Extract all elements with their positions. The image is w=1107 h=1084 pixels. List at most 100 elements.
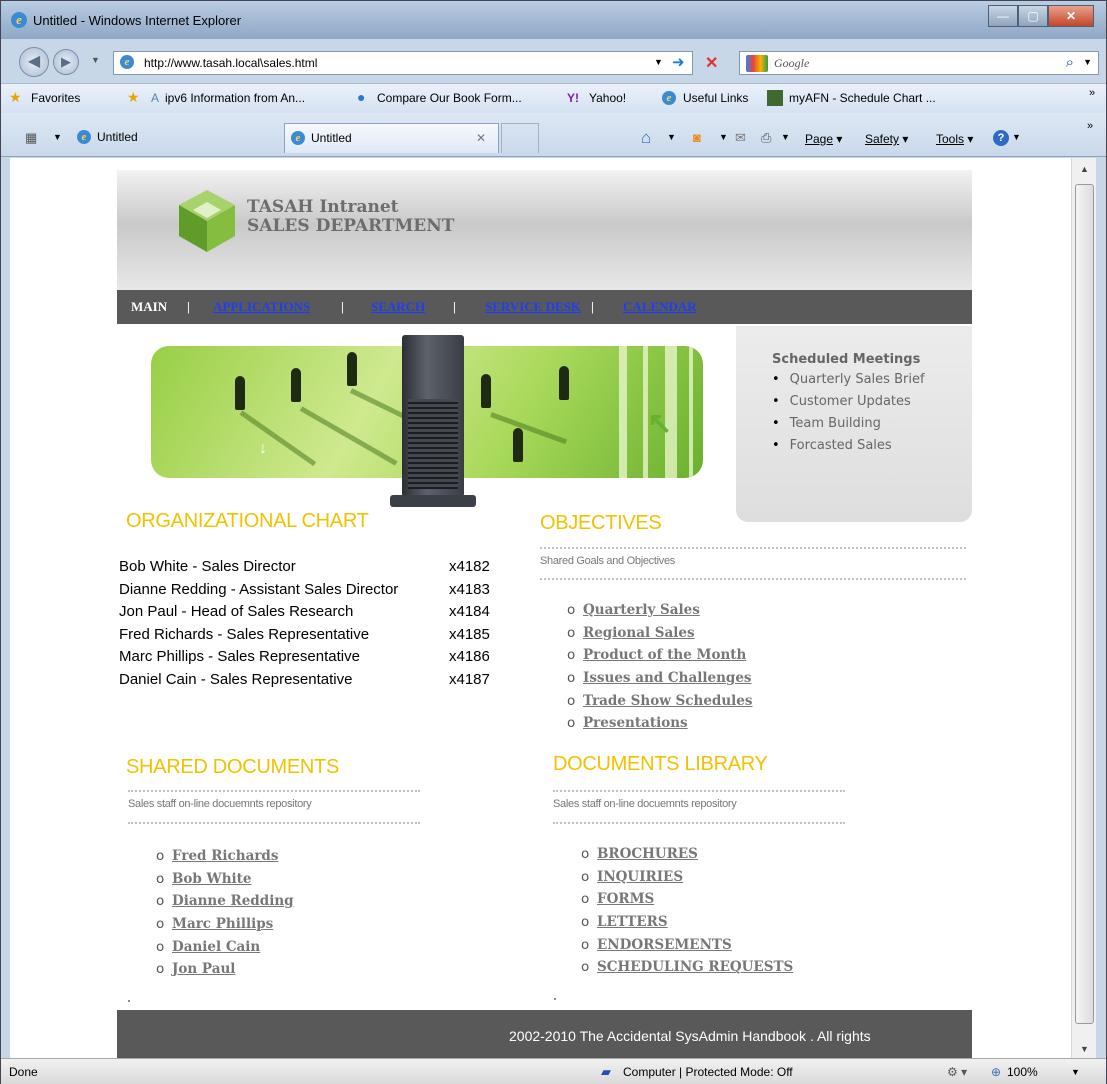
tab-untitled-2[interactable]: e Untitled ✕ (284, 123, 499, 153)
objectives-links: o Quarterly Sales o Regional Sales o Produc… (567, 602, 753, 738)
new-tab-button[interactable] (501, 123, 539, 153)
site-header: TASAH Intranet SALES DEPARTMENT (117, 170, 972, 290)
nav-search[interactable]: SEARCH (371, 299, 425, 315)
library-link[interactable]: BROCHURES (597, 846, 698, 862)
chevron-more-icon[interactable]: » (1087, 120, 1093, 132)
library-link[interactable]: LETTERS (597, 914, 668, 930)
shared-doc-link[interactable]: Fred Richards (172, 848, 278, 864)
library-link[interactable]: INQUIRIES (597, 869, 683, 885)
shared-doc-link[interactable]: Jon Paul (172, 961, 235, 977)
help-icon[interactable]: ? (993, 130, 1009, 146)
divider (553, 822, 845, 824)
quick-tabs-icon[interactable]: ▦ (25, 130, 37, 146)
shared-docs-title: SHARED DOCUMENTS (126, 756, 339, 778)
shared-doc-link[interactable]: Dianne Redding (172, 893, 294, 909)
site-title-line1: TASAH Intranet (247, 197, 399, 217)
nav-calendar[interactable]: CALENDAR (623, 299, 697, 315)
print-icon[interactable]: ⎙ (761, 130, 771, 146)
site-footer: 2002-2010 The Accidental SysAdmin Handbo… (117, 1010, 972, 1058)
objective-link[interactable]: Presentations (583, 715, 688, 731)
zoom-dropdown-icon[interactable]: ▼ (1071, 1067, 1080, 1077)
security-zone-text: Computer | Protected Mode: Off (623, 1065, 793, 1079)
scroll-thumb[interactable] (1075, 184, 1094, 1024)
close-button[interactable]: ✕ (1048, 5, 1094, 27)
shared-doc-link[interactable]: Marc Phillips (172, 916, 273, 932)
back-button[interactable]: ◀ (19, 47, 49, 77)
help-dropdown-icon[interactable]: ▼ (1012, 132, 1021, 142)
nav-applications[interactable]: APPLICATIONS (213, 299, 310, 315)
docs-library-title: DOCUMENTS LIBRARY (553, 753, 768, 775)
address-bar[interactable]: e http://www.tasah.local\sales.html ▼ ➜ (113, 51, 693, 75)
page-menu[interactable]: Page ▾ (805, 132, 842, 146)
browser-window: e Untitled - Windows Internet Explorer —… (0, 0, 1107, 1084)
address-dropdown-icon[interactable]: ▼ (654, 57, 663, 67)
address-row: ◀ ▶ ▼ e http://www.tasah.local\sales.htm… (1, 41, 1106, 83)
close-tab-icon[interactable]: ✕ (476, 124, 486, 152)
home-icon[interactable]: ⌂ (641, 128, 651, 148)
nav-main[interactable]: MAIN (131, 299, 167, 315)
search-box[interactable]: Google ⌕ ▼ (739, 51, 1099, 75)
favorite-link-useful[interactable]: Useful Links (683, 91, 748, 105)
tab-list-dropdown-icon[interactable]: ▼ (53, 132, 62, 142)
objective-link[interactable]: Issues and Challenges (583, 670, 752, 686)
site-title: TASAH Intranet SALES DEPARTMENT (247, 198, 454, 236)
favorite-link-compare[interactable]: Compare Our Book Form... (377, 91, 522, 105)
scroll-down-icon[interactable]: ▼ (1072, 1044, 1097, 1054)
nav-service-desk[interactable]: SERVICE DESK (485, 299, 581, 315)
address-url: http://www.tasah.local\sales.html (144, 56, 318, 70)
vertical-scrollbar[interactable]: ▲ ▼ (1071, 158, 1096, 1058)
go-arrow-icon[interactable]: ➜ (672, 53, 685, 71)
zoom-icon[interactable]: ⊕ (991, 1065, 1001, 1079)
objective-link[interactable]: Regional Sales (583, 625, 695, 641)
history-dropdown-icon[interactable]: ▼ (91, 55, 100, 65)
list-item: o Quarterly Sales (567, 602, 700, 618)
mail-icon[interactable]: ✉ (735, 130, 746, 146)
list-item: o BROCHURES (581, 846, 698, 862)
title-bar: e Untitled - Windows Internet Explorer —… (1, 1, 1106, 39)
feeds-icon[interactable]: ◙ (693, 130, 701, 145)
search-icon[interactable]: ⌕ (1066, 54, 1074, 71)
tab-row: ▦ ▼ e Untitled e Untitled ✕ ⌂ ▼ ◙ ▼ ✉ ⎙ … (1, 113, 1106, 157)
forward-button[interactable]: ▶ (53, 49, 79, 75)
org-ext: x4185 (449, 625, 490, 643)
addon-icon[interactable]: ⚙ ▾ (947, 1065, 967, 1079)
maximize-button[interactable]: ▢ (1018, 5, 1048, 27)
home-dropdown-icon[interactable]: ▼ (667, 132, 676, 142)
objectives-title: OBJECTIVES (540, 512, 662, 534)
add-favorite-icon[interactable]: ★ (127, 89, 140, 106)
shared-doc-link[interactable]: Bob White (172, 871, 251, 887)
zoom-level[interactable]: 100% (1007, 1065, 1038, 1079)
status-bar: Done ▰ Computer | Protected Mode: Off ⚙ … (1, 1058, 1106, 1084)
chevron-more-icon[interactable]: » (1089, 87, 1095, 99)
favorites-button[interactable]: Favorites (31, 91, 80, 105)
favorite-link-yahoo[interactable]: Yahoo! (589, 91, 626, 105)
shared-doc-link[interactable]: Daniel Cain (172, 939, 260, 955)
objective-link[interactable]: Trade Show Schedules (583, 693, 753, 709)
site-title-line2: SALES DEPARTMENT (247, 216, 455, 236)
page-icon: e (120, 55, 134, 69)
search-dropdown-icon[interactable]: ▼ (1083, 57, 1092, 67)
feeds-dropdown-icon[interactable]: ▼ (719, 132, 728, 142)
objective-link[interactable]: Product of the Month (583, 647, 746, 663)
list-item: o SCHEDULING REQUESTS (581, 959, 794, 976)
shared-docs-links: o Fred Richards o Bob White o Dianne Reddin… (156, 848, 294, 984)
print-dropdown-icon[interactable]: ▼ (781, 132, 790, 142)
list-item: o Product of the Month (567, 647, 747, 664)
library-link[interactable]: FORMS (597, 891, 654, 907)
scheduled-meetings-box: Scheduled Meetings Quarterly Sales Brief… (736, 326, 972, 522)
library-link[interactable]: ENDORSEMENTS (597, 937, 732, 953)
tools-menu[interactable]: Tools ▾ (936, 132, 973, 146)
tab-untitled-1[interactable]: e Untitled (71, 123, 281, 153)
library-link[interactable]: SCHEDULING REQUESTS (597, 959, 793, 975)
divider (128, 822, 420, 824)
list-item: o FORMS (581, 891, 655, 908)
stop-icon[interactable]: ✕ (705, 53, 718, 73)
nav-separator: | (591, 299, 594, 314)
scroll-up-icon[interactable]: ▲ (1072, 164, 1097, 174)
objective-link[interactable]: Quarterly Sales (583, 602, 700, 618)
favorite-link-myafn[interactable]: myAFN - Schedule Chart ... (789, 91, 936, 105)
favorite-link-ipv6[interactable]: ipv6 Information from An... (165, 91, 305, 105)
minimize-button[interactable]: — (988, 5, 1018, 27)
computer-zone-icon: ▰ (601, 1064, 611, 1079)
safety-menu[interactable]: Safety ▾ (865, 132, 908, 146)
